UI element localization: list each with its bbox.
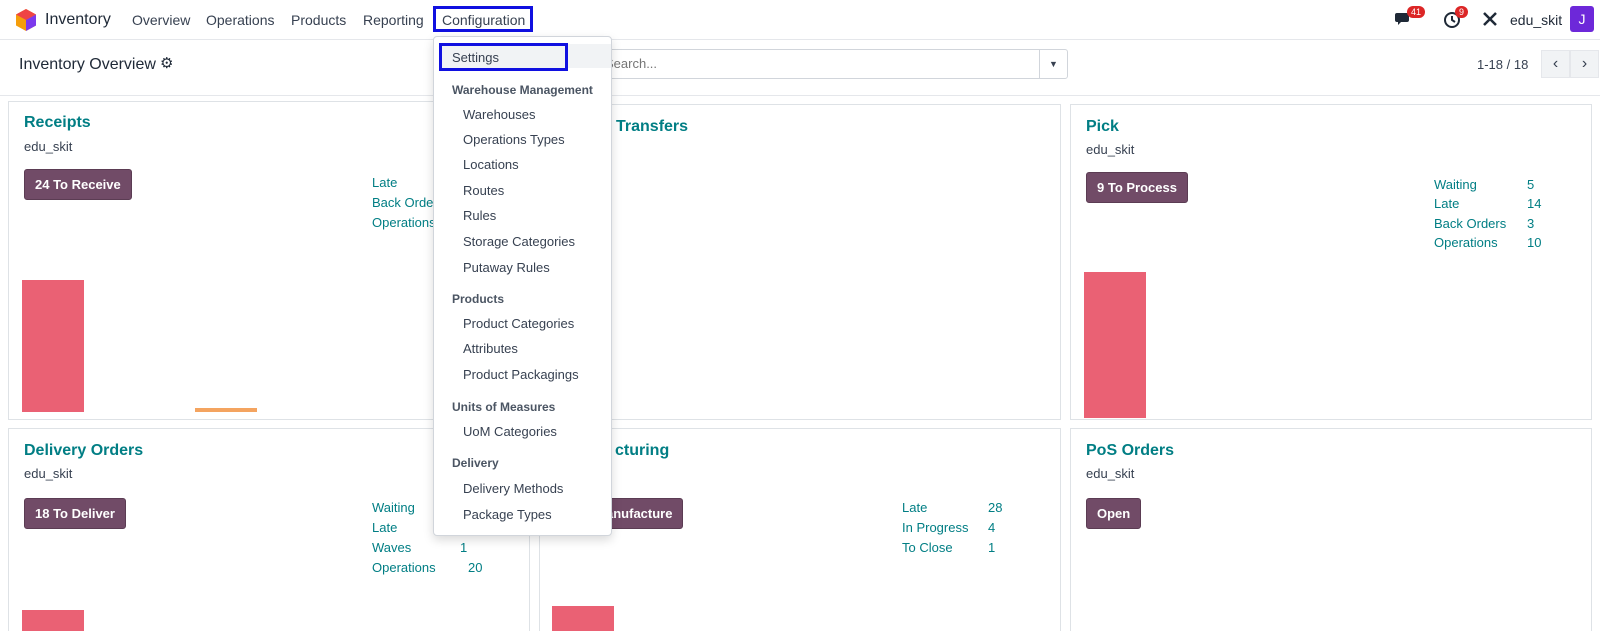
stat-waves-value[interactable]: 1: [460, 540, 467, 555]
dropdown-header-delivery: Delivery: [452, 456, 499, 470]
app-name[interactable]: Inventory: [45, 11, 111, 29]
pager-next-button[interactable]: ›: [1570, 50, 1599, 78]
stat-operations[interactable]: Operations: [1434, 235, 1498, 250]
button-label: Open: [1097, 506, 1131, 521]
graph-bar[interactable]: [1084, 272, 1146, 418]
dropdown-item-product-packagings[interactable]: Product Packagings: [463, 367, 579, 382]
gear-icon[interactable]: ⚙: [160, 54, 173, 72]
dropdown-item-package-types[interactable]: Package Types: [463, 507, 552, 522]
button-label: anufacture: [606, 506, 673, 521]
stat-late-value[interactable]: 14: [1527, 196, 1541, 211]
dropdown-header-products: Products: [452, 292, 505, 306]
stat-late-value[interactable]: 28: [988, 500, 1002, 515]
graph-bar[interactable]: [22, 280, 84, 412]
stat-in-progress[interactable]: In Progress: [902, 520, 968, 535]
chat-count-badge: 41: [1407, 6, 1426, 18]
stat-late[interactable]: Late: [1434, 196, 1459, 211]
stat-in-progress-value[interactable]: 4: [988, 520, 995, 535]
stat-operations-value[interactable]: 10: [1527, 235, 1541, 250]
card-company: edu_skit: [1086, 466, 1135, 481]
stat-late[interactable]: Late: [372, 520, 397, 535]
card-title[interactable]: Pick: [1086, 118, 1119, 136]
tools-icon: [1483, 12, 1497, 26]
dropdown-item-product-categories[interactable]: Product Categories: [463, 316, 574, 331]
button-label: 9 To Process: [1097, 180, 1177, 195]
card-company: edu_skit: [1086, 142, 1135, 157]
graph-bar[interactable]: [195, 408, 257, 412]
card-title[interactable]: Receipts: [24, 114, 91, 132]
graph-bar[interactable]: [552, 606, 614, 631]
stat-waiting[interactable]: Waiting: [1434, 177, 1477, 192]
chevron-left-icon: ‹: [1552, 55, 1559, 72]
dropdown-item-locations[interactable]: Locations: [463, 157, 519, 172]
dropdown-item-warehouses[interactable]: Warehouses: [463, 107, 536, 122]
dropdown-header-units-of-measures: Units of Measures: [452, 400, 556, 414]
search-options-toggle[interactable]: ▼: [1039, 50, 1067, 78]
page-title: Inventory Overview: [19, 56, 156, 73]
pager-value[interactable]: 1-18 / 18: [1477, 57, 1528, 72]
card-title[interactable]: Transfers: [616, 118, 688, 136]
card-pick: Pick edu_skit 9 To Process Waiting 5 Lat…: [1070, 104, 1592, 420]
stat-back-orders[interactable]: Back Orde: [372, 195, 433, 210]
stat-waves[interactable]: Waves: [372, 540, 411, 555]
dropdown-item-delivery-methods[interactable]: Delivery Methods: [463, 481, 563, 496]
card-manufacturing: cturing anufacture Late 28 In Progress 4…: [539, 428, 1061, 631]
dropdown-item-rules[interactable]: Rules: [463, 208, 496, 223]
dropdown-item-routes[interactable]: Routes: [463, 183, 504, 198]
stat-operations[interactable]: Operations: [372, 560, 436, 575]
stat-late[interactable]: Late: [902, 500, 927, 515]
card-company: edu_skit: [24, 466, 73, 481]
open-session-button[interactable]: Open: [1086, 498, 1142, 529]
button-label: 18 To Deliver: [35, 506, 115, 521]
chevron-right-icon: ›: [1581, 55, 1588, 72]
to-deliver-button[interactable]: 18 To Deliver: [24, 498, 126, 529]
search-bar[interactable]: ▼: [598, 49, 1068, 79]
menu-products[interactable]: Products: [291, 12, 346, 28]
chat-button[interactable]: 41: [1395, 6, 1426, 31]
to-receive-button[interactable]: 24 To Receive: [24, 169, 132, 200]
stat-to-close[interactable]: To Close: [902, 540, 953, 555]
stat-to-close-value[interactable]: 1: [988, 540, 995, 555]
menu-operations[interactable]: Operations: [206, 12, 274, 28]
menu-overview[interactable]: Overview: [132, 12, 190, 28]
pager-previous-button[interactable]: ‹: [1541, 50, 1570, 78]
settings-menu-label[interactable]: Settings: [452, 50, 499, 65]
dropdown-item-uom-categories[interactable]: UoM Categories: [463, 424, 557, 439]
caret-down-icon: ▼: [1049, 59, 1058, 69]
card-title[interactable]: Delivery Orders: [24, 442, 143, 460]
stat-operations[interactable]: Operations: [372, 215, 436, 230]
button-label: 24 To Receive: [35, 177, 121, 192]
inventory-logo-icon[interactable]: [16, 9, 36, 31]
activity-button[interactable]: 9: [1443, 6, 1469, 31]
stat-back-orders[interactable]: Back Orders: [1434, 216, 1506, 231]
avatar-letter: J: [1578, 11, 1586, 27]
user-avatar[interactable]: J: [1570, 6, 1594, 32]
card-internal-transfers: Transfers: [539, 104, 1061, 420]
menu-configuration-label: Configuration: [442, 12, 526, 28]
stat-back-orders-value[interactable]: 3: [1527, 216, 1534, 231]
graph-bar[interactable]: [22, 610, 84, 631]
card-pos-orders: PoS Orders edu_skit Open: [1070, 428, 1592, 631]
card-company: edu_skit: [24, 139, 73, 154]
dropdown-header-warehouse-management: Warehouse Management: [452, 83, 593, 97]
dropdown-item-storage-categories[interactable]: Storage Categories: [463, 234, 575, 249]
dropdown-item-operations-types[interactable]: Operations Types: [463, 132, 565, 147]
dropdown-item-putaway-rules[interactable]: Putaway Rules: [463, 260, 550, 275]
control-panel: Inventory Overview ⚙ ▼ 1-18 / 18 ‹ ›: [0, 41, 1600, 96]
stat-late[interactable]: Late: [372, 175, 397, 190]
card-title[interactable]: PoS Orders: [1086, 442, 1174, 460]
activity-count-badge: 9: [1455, 6, 1469, 18]
card-title[interactable]: cturing: [615, 442, 669, 460]
to-process-button[interactable]: 9 To Process: [1086, 172, 1188, 203]
debug-tools-button[interactable]: [1482, 11, 1498, 30]
top-navbar: Inventory Overview Operations Products R…: [0, 0, 1600, 40]
menu-reporting[interactable]: Reporting: [363, 12, 424, 28]
stat-waiting-value[interactable]: 5: [1527, 177, 1534, 192]
dropdown-item-attributes[interactable]: Attributes: [463, 341, 518, 356]
stat-waiting[interactable]: Waiting: [372, 500, 415, 515]
stat-operations-value[interactable]: 20: [468, 560, 482, 575]
menu-configuration[interactable]: Configuration: [433, 6, 533, 32]
user-name[interactable]: edu_skit: [1510, 12, 1562, 28]
search-input[interactable]: [605, 56, 1015, 71]
